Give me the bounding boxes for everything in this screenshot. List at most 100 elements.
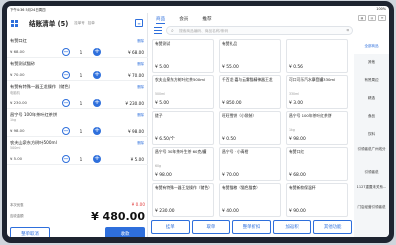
tab-members[interactable]: 会员: [179, 16, 188, 22]
qty-value[interactable]: 1: [71, 50, 91, 55]
item-price: ¥ 5.00: [10, 156, 23, 161]
product-price: ¥ 3.00: [289, 101, 303, 106]
checkout-header: 结账清单 (5) 挂单号 挂单 ≡: [7, 13, 147, 33]
product-search-input[interactable]: ⌕ 搜索商品编码、商品名称/条码 ⌗: [166, 26, 353, 35]
category-item[interactable]: 全部商品: [354, 38, 389, 54]
product-card[interactable]: 昌宁号 30年茶叶生茶 60克/罐 60g ¥ 98.00: [152, 147, 214, 181]
qty-value[interactable]: 1: [71, 157, 91, 162]
product-price: ¥ 70.00: [222, 173, 239, 178]
product-card[interactable]: 旺旺雪饼（小袋装） ¥ 0.50: [219, 111, 281, 145]
order-number-label: 挂单号: [74, 20, 85, 25]
category-item[interactable]: 其他: [354, 54, 389, 72]
filter-icon[interactable]: ≡: [135, 19, 143, 27]
item-total: ¥ 70.00: [128, 73, 144, 78]
product-price: ¥ 850.00: [222, 101, 242, 106]
item-price: ¥ 70.00: [10, 72, 25, 77]
checkout-button[interactable]: 收款: [105, 227, 145, 237]
menu-view-icon[interactable]: ☰: [378, 15, 386, 21]
grid-view-icon[interactable]: ▦: [358, 15, 366, 21]
retrieve-order-button[interactable]: 取单: [191, 220, 231, 234]
total-amount: ¥ 480.00: [91, 210, 145, 223]
category-sidebar: 全部商品 其他 有赞周边 精选 食品 饮料 引领者说广州线分 引领者说 1127…: [354, 38, 389, 237]
order-item: 有赞口红 删除 ¥ 68.00 − 1 + ¥ 68.00: [7, 35, 148, 58]
product-price: ¥ 5.00: [155, 65, 169, 70]
delete-button[interactable]: 删除: [137, 112, 144, 117]
product-card[interactable]: 农夫山泉东方树叶红茶500ml 500ml ¥ 5.00: [152, 75, 214, 109]
item-price: ¥ 68.00: [10, 49, 25, 54]
qty-increase-button[interactable]: +: [93, 127, 101, 135]
item-total: ¥ 230.00: [125, 101, 144, 106]
item-price: ¥ 230.00: [10, 100, 27, 105]
hold-label[interactable]: 挂单: [88, 21, 95, 26]
hold-order-button[interactable]: 挂单: [151, 220, 190, 234]
total-label: 应收金额: [10, 214, 24, 218]
product-name: 有赞礼品: [222, 41, 238, 46]
product-name: 搓子: [155, 113, 163, 118]
product-card[interactable]: 有赞口红 ¥ 68.00: [286, 147, 348, 181]
qty-increase-button[interactable]: +: [93, 155, 101, 163]
grid-menu-icon[interactable]: [11, 19, 18, 27]
product-card[interactable]: 搓子 ¥ 6.50/个: [152, 111, 214, 145]
product-card[interactable]: 有赞新款保温杯 ¥ 90.00: [286, 183, 348, 217]
category-item[interactable]: 门店经营引领者说: [354, 202, 389, 224]
qty-value[interactable]: 1: [71, 129, 91, 134]
qty-increase-button[interactable]: +: [93, 48, 101, 56]
qty-decrease-button[interactable]: −: [62, 155, 70, 163]
product-card[interactable]: 有赞有特殊一器王龙操作（储色） ¥ 230.00: [152, 183, 214, 217]
add-points-button[interactable]: 加返积: [272, 220, 312, 234]
qty-decrease-button[interactable]: −: [62, 127, 70, 135]
cancel-order-button[interactable]: 整单取消: [10, 227, 50, 237]
product-tabs: 商品 会员 推荐 ▦ ▤ ☰: [149, 13, 389, 24]
qty-value[interactable]: 1: [71, 73, 91, 78]
item-price: ¥ 98.00: [10, 128, 25, 133]
tab-products[interactable]: 商品: [156, 16, 166, 24]
order-discount-button[interactable]: 整单折扣: [232, 220, 271, 234]
product-card[interactable]: 有赞测试 ¥ 5.00: [152, 39, 214, 73]
product-card[interactable]: 昌宁号 · 小青柑 ¥ 70.00: [219, 147, 281, 181]
product-card[interactable]: ¥ 0.56: [286, 39, 348, 73]
product-name: 昌宁号 100年茶叶红茶饼: [289, 113, 332, 118]
category-item[interactable]: 饮料: [354, 126, 389, 144]
item-name: 有赞测试猫砂: [10, 61, 36, 66]
product-price: ¥ 98.00: [155, 173, 172, 178]
item-total: ¥ 98.00: [128, 129, 144, 134]
tab-recommend[interactable]: 推荐: [202, 16, 211, 22]
product-price: ¥ 68.00: [289, 173, 306, 178]
product-card[interactable]: 昌宁号 100年茶叶红茶饼 1kg ¥ 98.00: [286, 111, 348, 145]
more-functions-button[interactable]: 其他功能: [313, 220, 352, 234]
qty-decrease-button[interactable]: −: [62, 48, 70, 56]
product-price: ¥ 0.56: [289, 65, 303, 70]
product-price: ¥ 40.00: [222, 209, 239, 214]
delete-button[interactable]: 删除: [137, 61, 144, 66]
search-placeholder: 搜索商品编码、商品名称/条码: [179, 29, 229, 33]
category-item[interactable]: 引领者说: [354, 164, 389, 182]
product-spec: 500ml: [155, 92, 166, 96]
product-card[interactable]: 可口可乐汽水摩登罐330ml 330ml ¥ 3.00: [286, 75, 348, 109]
delete-button[interactable]: 删除: [137, 84, 144, 89]
status-bar: 下午4:36 5月24日周四 100%: [7, 6, 389, 13]
category-item[interactable]: 食品: [354, 108, 389, 126]
product-card[interactable]: 有赞礼品 ¥ 55.00: [219, 39, 281, 73]
product-spec: 60g: [155, 164, 162, 168]
qty-increase-button[interactable]: +: [93, 71, 101, 79]
product-spec: 330ml: [289, 92, 300, 96]
hamburger-icon[interactable]: [154, 27, 162, 34]
category-item[interactable]: 引领者说广州线分: [354, 144, 389, 164]
delete-button[interactable]: 删除: [137, 38, 144, 43]
delete-button[interactable]: 删除: [137, 140, 144, 145]
category-item[interactable]: 精选: [354, 90, 389, 108]
product-card[interactable]: 有赞猫粮（猫色猫食） ¥ 40.00: [219, 183, 281, 217]
scan-icon[interactable]: ⌗: [346, 28, 349, 34]
qty-increase-button[interactable]: +: [93, 99, 101, 107]
qty-decrease-button[interactable]: −: [62, 99, 70, 107]
order-item: 有赞有特殊一器王龙操作（储色） 删除 电脑机 ¥ 230.00 − 1 + ¥ …: [7, 81, 148, 109]
product-card[interactable]: 千百龙·嘉与云雾猫精神器王龙 ¥ 850.00: [219, 75, 281, 109]
list-view-icon[interactable]: ▤: [368, 15, 376, 21]
item-name: 有赞口红: [10, 38, 27, 43]
product-spec: 1kg: [289, 128, 295, 132]
qty-decrease-button[interactable]: −: [62, 71, 70, 79]
product-name: 有赞新款保温杯: [289, 185, 316, 190]
qty-value[interactable]: 1: [71, 101, 91, 106]
category-item[interactable]: 1127重置未关系...: [354, 182, 389, 202]
category-item[interactable]: 有赞周边: [354, 72, 389, 90]
